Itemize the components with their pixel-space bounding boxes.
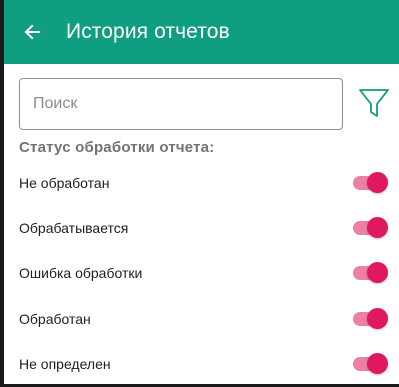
status-toggle[interactable] — [353, 217, 388, 239]
status-switch-label: Не определен — [19, 356, 111, 372]
filter-button[interactable] — [356, 85, 392, 121]
device-edge — [0, 0, 4, 387]
status-switch-row[interactable]: Обрабатывается — [19, 213, 391, 243]
toggle-thumb — [367, 262, 388, 283]
status-filter-header: Статус обработки отчета: — [19, 139, 215, 156]
status-toggle[interactable] — [353, 353, 388, 375]
status-toggle[interactable] — [353, 172, 388, 194]
screen: История отчетов Статус обработки отчета:… — [0, 0, 399, 387]
app-bar: История отчетов — [0, 0, 399, 64]
search-input[interactable] — [19, 78, 343, 130]
status-switch-row[interactable]: Не обработан — [19, 168, 391, 198]
status-switch-row[interactable]: Обработан — [19, 304, 391, 334]
status-switch-label: Обрабатывается — [19, 220, 129, 236]
status-switch-row[interactable]: Не определен — [19, 349, 391, 379]
toggle-thumb — [367, 308, 388, 329]
status-toggle[interactable] — [353, 308, 388, 330]
status-switch-label: Ошибка обработки — [19, 265, 143, 281]
toggle-thumb — [367, 217, 388, 238]
funnel-icon — [359, 89, 389, 117]
arrow-left-icon — [24, 24, 40, 40]
status-switch-row[interactable]: Ошибка обработки — [19, 258, 391, 288]
status-toggle[interactable] — [353, 262, 388, 284]
toggle-thumb — [367, 172, 388, 193]
page-title: История отчетов — [66, 20, 230, 43]
back-button[interactable] — [4, 0, 60, 64]
status-switch-label: Не обработан — [19, 175, 110, 191]
status-switch-label: Обработан — [19, 311, 91, 327]
toggle-thumb — [367, 353, 388, 374]
